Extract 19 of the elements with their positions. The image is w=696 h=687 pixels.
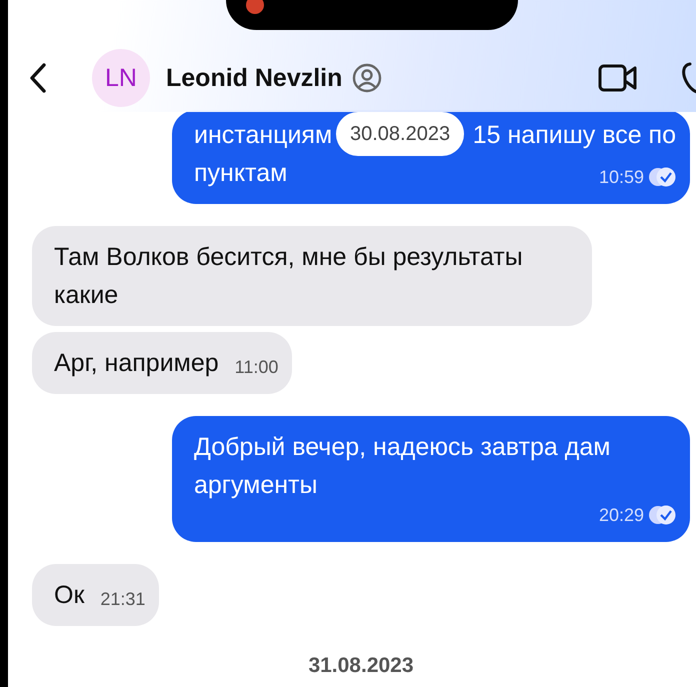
message-text: Арг, например	[54, 348, 219, 379]
message-time: 21:31	[100, 588, 146, 610]
video-call-icon[interactable]	[598, 63, 638, 93]
message-text: Добрый вечер, надеюсь завтра дам аргументы	[194, 432, 612, 501]
date-separator: 30.08.2023	[336, 112, 464, 156]
back-icon[interactable]	[28, 62, 48, 94]
message-time: 10:59	[598, 166, 644, 188]
message-text: Там Волков бесится, мне бы результаты какие	[54, 242, 524, 311]
contact-name[interactable]: Leonid Nevzlin	[166, 64, 342, 92]
avatar[interactable]: LN	[92, 49, 150, 107]
date-separator: 31.08.2023	[308, 654, 414, 678]
message-time: 20:29	[598, 504, 644, 526]
message-time: 11:00	[234, 356, 278, 378]
person-icon	[352, 63, 382, 93]
phone-call-icon[interactable]	[680, 61, 696, 95]
message-text: инстанциям	[194, 120, 332, 151]
message-text: 15 напишу все по	[472, 120, 676, 151]
message-text: пунктам	[194, 158, 288, 189]
message-text: Ок	[54, 580, 84, 611]
